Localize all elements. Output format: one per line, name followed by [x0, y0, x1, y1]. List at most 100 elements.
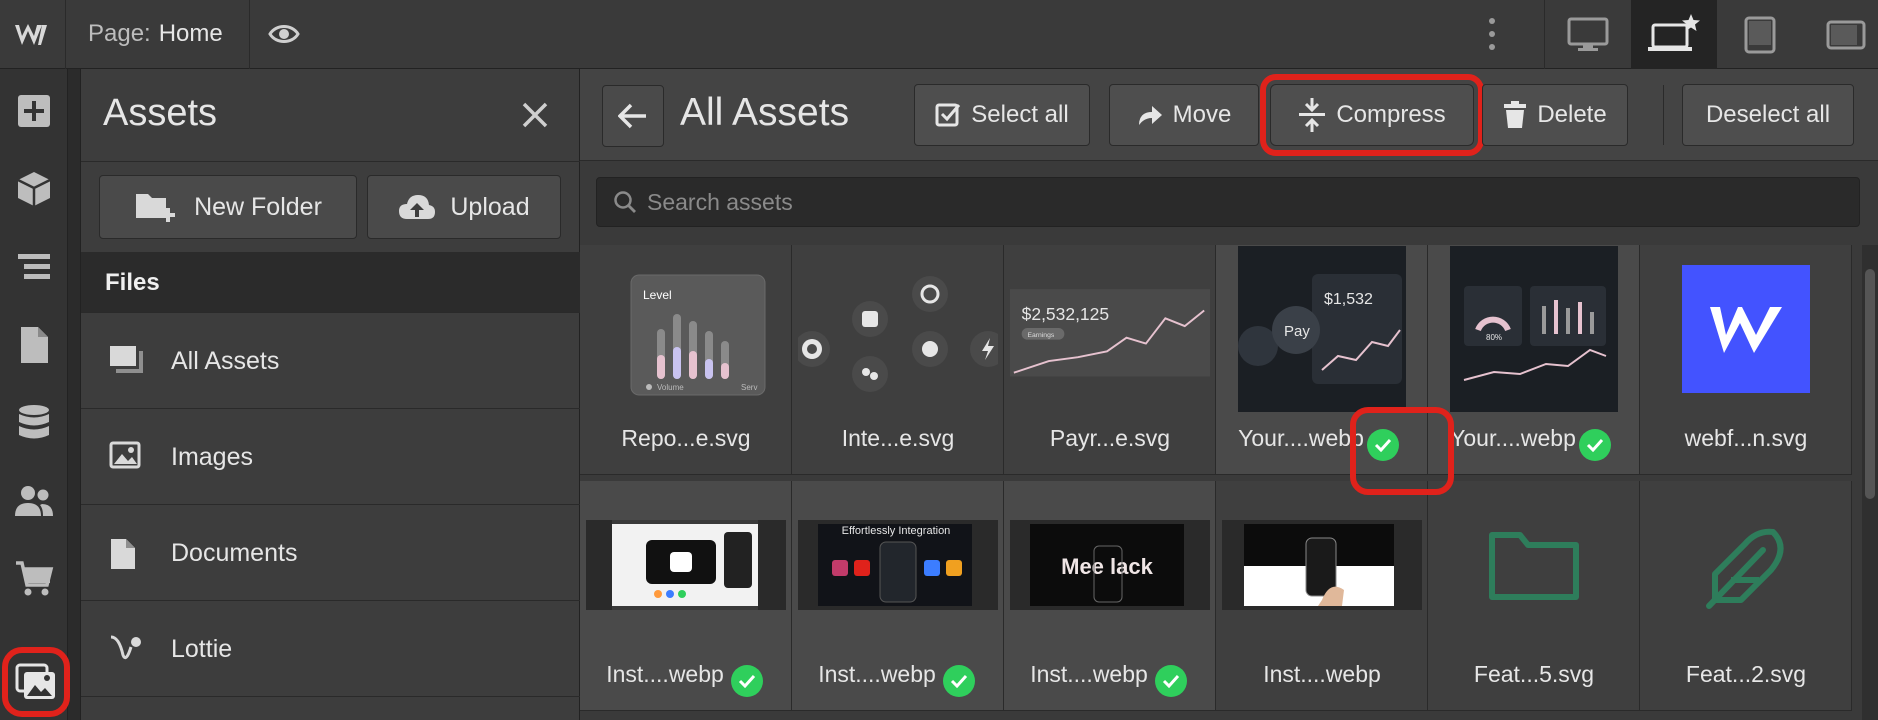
thumb-amount-text: $2,532,125 [1022, 304, 1109, 324]
asset-name: Inst....webp [818, 661, 936, 687]
close-icon[interactable] [521, 101, 549, 129]
users-icon[interactable] [0, 463, 68, 539]
add-icon[interactable] [0, 73, 68, 149]
left-rail [0, 69, 70, 720]
assets-toolbar: All Assets Select all Move Compress Dele… [580, 69, 1878, 161]
tablet-icon[interactable] [1717, 0, 1803, 69]
feather-icon [1646, 485, 1846, 645]
thumb-earnings-text: Earnings [1027, 332, 1054, 339]
page-prefix: Page: [88, 20, 151, 47]
asset-tile[interactable]: webf...n.svg [1640, 245, 1852, 475]
thumb-percent-text: 80% [1486, 333, 1502, 342]
select-all-button[interactable]: Select all [914, 84, 1090, 146]
cart-icon[interactable] [0, 541, 68, 617]
assets-icon[interactable] [2, 647, 70, 717]
compress-icon [1298, 97, 1326, 133]
new-folder-button[interactable]: New Folder [99, 175, 357, 239]
file-item-label: Images [171, 443, 253, 471]
file-item-all-assets[interactable]: All Assets [81, 312, 581, 408]
upload-button[interactable]: Upload [367, 175, 561, 239]
asset-tile[interactable]: Feat...2.svg [1640, 481, 1852, 711]
asset-tile[interactable]: Mee lack Inst....webp [1004, 481, 1216, 711]
asset-thumbnail: Mee lack [1010, 485, 1210, 645]
files-header-label: Files [105, 269, 160, 296]
asset-name: Inst....webp [606, 661, 724, 687]
asset-tile[interactable]: Inte...e.svg [792, 245, 1004, 475]
scrollbar-thumb[interactable] [1865, 269, 1875, 499]
new-folder-icon [134, 190, 180, 224]
file-item-label: All Assets [171, 347, 280, 375]
file-item-lottie[interactable]: Lottie [81, 600, 581, 696]
check-icon [731, 665, 763, 697]
assets-scrollbar[interactable] [1862, 245, 1878, 720]
file-item-label: Documents [171, 539, 298, 567]
asset-tile[interactable]: Level Volume Serv Repo...e.svg [580, 245, 792, 475]
more-options-icon[interactable] [1488, 16, 1496, 52]
page-icon[interactable] [0, 307, 68, 383]
asset-name: Repo...e.svg [621, 425, 751, 451]
asset-thumbnail: Effortlessly Integration [798, 485, 998, 645]
tablet-landscape-icon[interactable] [1803, 0, 1878, 69]
asset-name: Payr...e.svg [1049, 425, 1171, 451]
trash-icon [1503, 101, 1527, 129]
new-folder-label: New Folder [194, 192, 322, 221]
desktop-icon[interactable] [1545, 0, 1631, 69]
search-icon [613, 190, 637, 214]
checkbox-icon [935, 102, 961, 128]
deselect-all-label: Deselect all [1705, 101, 1831, 128]
assets-panel: Assets New Folder Upload Files All Asset… [80, 69, 581, 720]
file-item-images[interactable]: Images [81, 408, 581, 504]
move-button[interactable]: Move [1109, 84, 1259, 146]
asset-thumbnail: $2,532,125 Earnings [1010, 249, 1210, 409]
panel-title: Assets [103, 92, 218, 134]
asset-thumbnail: 80% [1434, 246, 1634, 412]
asset-tile[interactable]: Effortlessly Integration Inst....webp [792, 481, 1004, 711]
back-button[interactable] [602, 85, 664, 147]
deselect-all-button[interactable]: Deselect all [1682, 84, 1854, 146]
check-icon [1155, 665, 1187, 697]
laptop-star-icon[interactable] [1631, 0, 1717, 69]
asset-tile[interactable]: 80% Your....webp [1428, 245, 1640, 475]
document-icon [109, 537, 137, 571]
delete-label: Delete [1537, 101, 1607, 128]
thumb-amount-text: $1,532 [1324, 291, 1373, 308]
compress-label: Compress [1336, 101, 1446, 128]
asset-tile[interactable]: Feat...5.svg [1428, 481, 1640, 711]
thumb-serv-text: Serv [741, 383, 757, 392]
asset-thumbnail: Level Volume Serv [586, 249, 786, 409]
asset-name: Feat...5.svg [1473, 661, 1595, 687]
asset-thumbnail: $1,532 Pay [1222, 246, 1422, 412]
asset-name: webf...n.svg [1684, 425, 1808, 451]
divider [81, 161, 581, 162]
lottie-icon [109, 633, 145, 663]
divider [249, 0, 250, 69]
search-input[interactable] [645, 178, 1845, 226]
upload-label: Upload [450, 192, 530, 221]
asset-name: Inst....webp [1263, 661, 1381, 687]
file-item-label: Lottie [171, 635, 233, 663]
all-assets-icon [109, 345, 145, 375]
top-bar: Page: Home [0, 0, 1878, 69]
asset-tile[interactable]: $2,532,125 Earnings Payr...e.svg [1004, 245, 1216, 475]
main-title: All Assets [680, 91, 850, 134]
database-icon[interactable] [0, 385, 68, 461]
asset-tile[interactable]: Inst....webp [580, 481, 792, 711]
thumb-level-text: Level [643, 288, 672, 302]
check-icon [1579, 429, 1611, 461]
select-all-label: Select all [971, 101, 1069, 128]
webflow-logo-icon[interactable] [0, 0, 66, 69]
navigator-icon[interactable] [0, 229, 68, 305]
file-item-documents[interactable]: Documents [81, 504, 581, 600]
preview-eye-icon[interactable] [268, 20, 300, 48]
compress-button[interactable]: Compress [1260, 74, 1484, 156]
divider [1663, 85, 1664, 145]
page-selector[interactable]: Page: Home [88, 20, 223, 48]
folder-icon [1434, 485, 1634, 645]
move-label: Move [1172, 101, 1232, 128]
thumb-caption-text: Effortlessly Integration [842, 525, 951, 537]
asset-tile[interactable]: Inst....webp [1216, 481, 1428, 711]
cube-icon[interactable] [0, 151, 68, 227]
assets-main: All Assets Select all Move Compress Dele… [580, 69, 1878, 720]
asset-name: Inte...e.svg [841, 425, 955, 451]
delete-button[interactable]: Delete [1482, 84, 1628, 146]
